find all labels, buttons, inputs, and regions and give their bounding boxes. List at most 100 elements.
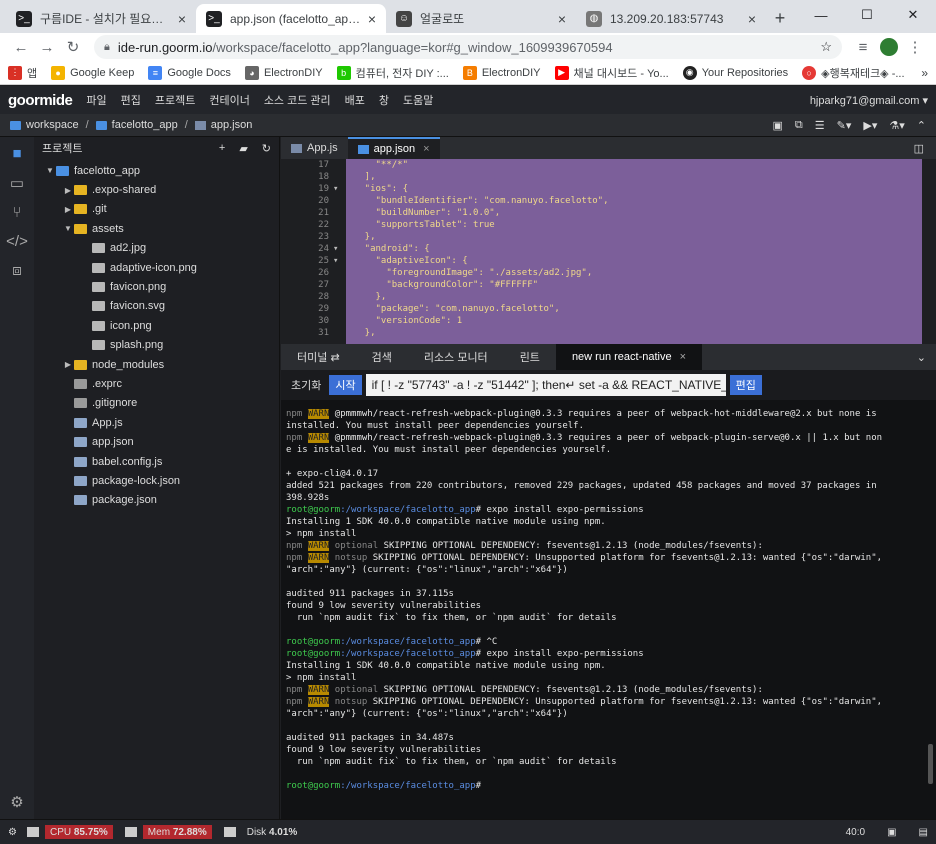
tab-terminal[interactable]: 터미널 ⇄ bbox=[281, 344, 356, 370]
browser-tab-face-lotto[interactable]: ☺ 얼굴로또 × bbox=[386, 4, 576, 33]
tree-item[interactable]: ad2.jpg bbox=[34, 239, 279, 258]
debug-icon[interactable]: ⚗▾ bbox=[889, 119, 904, 132]
collapse-icon[interactable]: ⌃ bbox=[917, 119, 926, 132]
window-close-icon[interactable]: ✕ bbox=[890, 0, 936, 30]
bookmark-electrondiy-2[interactable]: B ElectronDIY bbox=[462, 65, 541, 80]
menu-file[interactable]: 파일 bbox=[86, 92, 106, 108]
account-menu[interactable]: hjparkg71@gmail.com ▾ bbox=[810, 94, 928, 107]
bookmark-google-docs[interactable]: ≡ Google Docs bbox=[148, 65, 231, 80]
close-icon[interactable]: × bbox=[423, 143, 429, 155]
new-tab-button[interactable]: + bbox=[766, 4, 794, 33]
reset-button[interactable]: 초기화 bbox=[287, 375, 325, 395]
close-icon[interactable]: × bbox=[178, 11, 186, 27]
start-button[interactable]: 시작 bbox=[329, 375, 362, 395]
outline-icon[interactable]: ▭ bbox=[10, 174, 24, 192]
deploy-icon[interactable]: ⧈ bbox=[12, 262, 22, 279]
tree-item[interactable]: .gitignore bbox=[34, 394, 279, 413]
chevron-right-icon[interactable]: ▶ bbox=[62, 186, 74, 195]
code-area[interactable]: 17 "**/*" 18 ], 19 ▾ "ios": {20 "bundleIden… bbox=[281, 159, 936, 344]
more-bookmarks-icon[interactable]: » bbox=[921, 66, 928, 80]
layout-icon[interactable]: ▣ bbox=[887, 827, 896, 838]
star-icon[interactable]: ☆ bbox=[820, 39, 832, 55]
close-icon[interactable]: × bbox=[558, 11, 566, 27]
add-icon[interactable]: + bbox=[219, 142, 225, 155]
tree-item[interactable]: splash.png bbox=[34, 336, 279, 355]
split-view-icon[interactable]: ◫ bbox=[914, 142, 924, 155]
menu-window[interactable]: 창 bbox=[379, 92, 389, 108]
menu-project[interactable]: 프로젝트 bbox=[155, 92, 195, 108]
tree-item[interactable]: ▶ node_modules bbox=[34, 355, 279, 374]
fold-icon[interactable]: ▾ bbox=[333, 243, 343, 255]
project-icon[interactable]: ■ bbox=[12, 145, 21, 162]
save-icon[interactable]: ▣ bbox=[773, 119, 783, 132]
run-icon[interactable]: ▶▾ bbox=[863, 119, 877, 132]
tree-item[interactable]: adaptive-icon.png bbox=[34, 258, 279, 277]
tree-item[interactable]: icon.png bbox=[34, 316, 279, 335]
terminal-output[interactable]: npm WARN @pmmmwh/react-refresh-webpack-p… bbox=[281, 404, 936, 819]
tab-search[interactable]: 검색 bbox=[356, 344, 408, 370]
browser-tab-app-json[interactable]: >_app.json (facelotto_app) - goor× bbox=[196, 4, 386, 33]
forward-icon[interactable]: → bbox=[34, 39, 60, 56]
browser-tab-goorm[interactable]: >_구름IDE - 설치가 필요없는 통합× bbox=[6, 4, 196, 33]
git-branch-icon[interactable]: ⑂ bbox=[12, 204, 21, 221]
reading-list-icon[interactable]: ≡ bbox=[850, 39, 876, 56]
tree-item[interactable]: .exprc bbox=[34, 374, 279, 393]
save-all-icon[interactable]: ⧉ bbox=[795, 119, 803, 132]
breadcrumb-workspace[interactable]: workspace bbox=[26, 119, 79, 131]
chevron-down-icon[interactable]: ⌄ bbox=[917, 351, 926, 364]
tab-app-js[interactable]: App.js bbox=[281, 137, 348, 159]
close-icon[interactable]: × bbox=[680, 351, 686, 363]
chevron-right-icon[interactable]: ▶ bbox=[62, 205, 74, 214]
chat-icon[interactable]: ▤ bbox=[919, 827, 928, 838]
breadcrumb-file[interactable]: app.json bbox=[211, 119, 253, 131]
build-icon[interactable]: ✎▾ bbox=[837, 119, 852, 132]
minimize-icon[interactable]: — bbox=[798, 0, 844, 30]
menu-edit[interactable]: 편집 bbox=[121, 92, 141, 108]
tree-item[interactable]: favicon.png bbox=[34, 277, 279, 296]
bookmark-youtube[interactable]: ▶ 채널 대시보드 - Yo... bbox=[554, 65, 669, 81]
close-icon[interactable]: × bbox=[748, 11, 756, 27]
terminal-scrollbar[interactable] bbox=[928, 744, 933, 784]
editor-scrollbar[interactable] bbox=[922, 159, 936, 344]
settings-icon[interactable]: ⚙ bbox=[8, 827, 17, 838]
reload-icon[interactable]: ↻ bbox=[60, 38, 86, 56]
tree-item[interactable]: app.json bbox=[34, 432, 279, 451]
browser-tab-ip[interactable]: ◍ 13.209.20.183:57743 × bbox=[576, 4, 766, 33]
refresh-icon[interactable]: ↻ bbox=[262, 142, 271, 155]
tree-item[interactable]: App.js bbox=[34, 413, 279, 432]
tab-app-json[interactable]: app.json × bbox=[347, 137, 440, 159]
tab-lint[interactable]: 린트 bbox=[504, 344, 556, 370]
back-icon[interactable]: ← bbox=[8, 39, 34, 56]
bookmark-apps[interactable]: ⋮ 앱 bbox=[8, 65, 37, 81]
tab-run-react-native[interactable]: new run react-native × bbox=[555, 344, 703, 370]
new-folder-icon[interactable]: ▰ bbox=[239, 142, 247, 155]
bookmark-happy[interactable]: ○ ◈행복재테크◈ -... bbox=[802, 65, 905, 81]
url-input[interactable]: 🔒︎ ide-run.goorm.io/workspace/facelotto_… bbox=[94, 35, 842, 59]
fold-icon[interactable]: ▾ bbox=[333, 255, 343, 267]
refresh-icon[interactable]: ⇄ bbox=[330, 351, 339, 364]
tree-item[interactable]: babel.config.js bbox=[34, 452, 279, 471]
edit-button[interactable]: 편집 bbox=[729, 375, 762, 395]
chevron-right-icon[interactable]: ▶ bbox=[62, 360, 74, 369]
avatar[interactable] bbox=[876, 38, 902, 56]
breadcrumb-project[interactable]: facelotto_app bbox=[112, 119, 178, 131]
tree-item[interactable]: package-lock.json bbox=[34, 471, 279, 490]
bookmark-google-keep[interactable]: ● Google Keep bbox=[51, 65, 134, 80]
bookmark-naver-blog[interactable]: b 컴퓨터, 전자 DIY :... bbox=[336, 65, 449, 81]
chevron-down-icon[interactable]: ▼ bbox=[44, 166, 56, 175]
bookmark-github[interactable]: ◉ Your Repositories bbox=[682, 65, 788, 80]
close-icon[interactable]: × bbox=[368, 11, 376, 27]
browser-menu-icon[interactable]: ⋮ bbox=[902, 38, 928, 56]
command-input[interactable]: if [ ! -z "57743" -a ! -z "51442" ]; the… bbox=[365, 374, 726, 396]
menu-help[interactable]: 도움말 bbox=[403, 92, 433, 108]
tree-item[interactable]: ▶ .git bbox=[34, 200, 279, 219]
tree-item[interactable]: package.json bbox=[34, 491, 279, 510]
format-icon[interactable]: ☰ bbox=[815, 119, 825, 132]
tree-item[interactable]: favicon.svg bbox=[34, 297, 279, 316]
maximize-icon[interactable]: ☐ bbox=[844, 0, 890, 30]
menu-scm[interactable]: 소스 코드 관리 bbox=[264, 92, 331, 108]
tree-item[interactable]: ▼ assets bbox=[34, 219, 279, 238]
fold-icon[interactable]: ▾ bbox=[333, 183, 343, 195]
tab-resource-monitor[interactable]: 리소스 모니터 bbox=[408, 344, 504, 370]
menu-deploy[interactable]: 배포 bbox=[345, 92, 365, 108]
